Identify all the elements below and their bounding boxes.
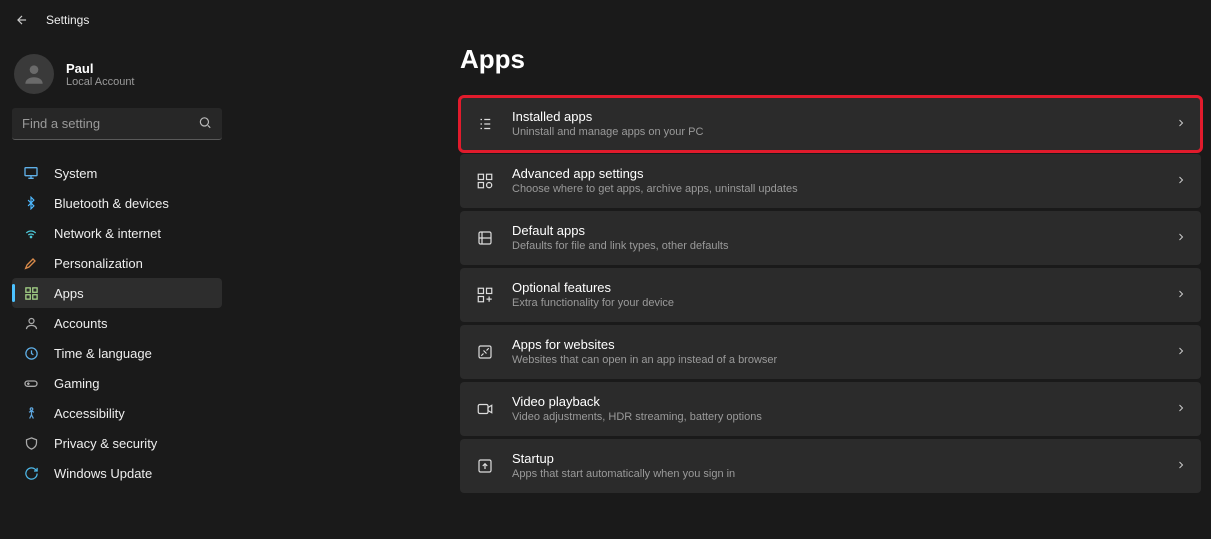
- monitor-icon: [22, 164, 40, 182]
- search-icon: [198, 116, 212, 133]
- wifi-icon: [22, 224, 40, 242]
- back-button[interactable]: [10, 8, 34, 32]
- sidebar-item-apps[interactable]: Apps: [12, 278, 222, 308]
- account-type: Local Account: [66, 76, 135, 88]
- card-title: Video playback: [512, 394, 1159, 410]
- sidebar-item-label: Network & internet: [54, 226, 161, 241]
- card-title: Installed apps: [512, 109, 1159, 125]
- card-text: Optional featuresExtra functionality for…: [512, 280, 1159, 310]
- optional-features-icon: [474, 284, 496, 306]
- card-subtitle: Choose where to get apps, archive apps, …: [512, 182, 1159, 196]
- card-video-playback[interactable]: Video playbackVideo adjustments, HDR str…: [460, 382, 1201, 436]
- shield-icon: [22, 434, 40, 452]
- sidebar-item-label: Accessibility: [54, 406, 125, 421]
- sidebar-item-time[interactable]: Time & language: [12, 338, 222, 368]
- card-startup[interactable]: StartupApps that start automatically whe…: [460, 439, 1201, 493]
- sidebar-item-label: Gaming: [54, 376, 100, 391]
- card-subtitle: Uninstall and manage apps on your PC: [512, 125, 1159, 139]
- gamepad-icon: [22, 374, 40, 392]
- accessibility-icon: [22, 404, 40, 422]
- sidebar-item-accessibility[interactable]: Accessibility: [12, 398, 222, 428]
- sidebar-item-label: Privacy & security: [54, 436, 157, 451]
- sidebar-item-label: Bluetooth & devices: [54, 196, 169, 211]
- card-text: Video playbackVideo adjustments, HDR str…: [512, 394, 1159, 424]
- card-text: Apps for websitesWebsites that can open …: [512, 337, 1159, 367]
- card-title: Apps for websites: [512, 337, 1159, 353]
- nav: System Bluetooth & devices Network & int…: [10, 158, 240, 488]
- sidebar-item-privacy[interactable]: Privacy & security: [12, 428, 222, 458]
- card-text: StartupApps that start automatically whe…: [512, 451, 1159, 481]
- card-installed-apps[interactable]: Installed appsUninstall and manage apps …: [460, 97, 1201, 151]
- titlebar: Settings: [0, 0, 1211, 40]
- arrow-left-icon: [15, 13, 29, 27]
- card-text: Advanced app settingsChoose where to get…: [512, 166, 1159, 196]
- card-default-apps[interactable]: Default appsDefaults for file and link t…: [460, 211, 1201, 265]
- advanced-app-settings-icon: [474, 170, 496, 192]
- sidebar-item-label: System: [54, 166, 97, 181]
- chevron-right-icon: [1175, 117, 1187, 132]
- sidebar-item-accounts[interactable]: Accounts: [12, 308, 222, 338]
- account-header[interactable]: Paul Local Account: [10, 48, 240, 108]
- main: Apps Installed appsUninstall and manage …: [240, 40, 1211, 539]
- sidebar-item-gaming[interactable]: Gaming: [12, 368, 222, 398]
- sidebar-item-label: Apps: [54, 286, 84, 301]
- sidebar-item-label: Windows Update: [54, 466, 152, 481]
- sidebar-item-personalization[interactable]: Personalization: [12, 248, 222, 278]
- chevron-right-icon: [1175, 459, 1187, 474]
- refresh-icon: [22, 464, 40, 482]
- account-text: Paul Local Account: [66, 61, 135, 88]
- default-apps-icon: [474, 227, 496, 249]
- avatar: [14, 54, 54, 94]
- sidebar: Paul Local Account System Bluetooth & de…: [0, 40, 240, 539]
- startup-icon: [474, 455, 496, 477]
- clock-icon: [22, 344, 40, 362]
- page-title: Apps: [460, 44, 1201, 75]
- person-icon: [21, 61, 47, 87]
- sidebar-item-bluetooth[interactable]: Bluetooth & devices: [12, 188, 222, 218]
- search-input[interactable]: [12, 108, 222, 140]
- card-advanced-app-settings[interactable]: Advanced app settingsChoose where to get…: [460, 154, 1201, 208]
- sidebar-item-label: Time & language: [54, 346, 152, 361]
- card-optional-features[interactable]: Optional featuresExtra functionality for…: [460, 268, 1201, 322]
- person-icon: [22, 314, 40, 332]
- chevron-right-icon: [1175, 174, 1187, 189]
- grid-icon: [22, 284, 40, 302]
- card-subtitle: Extra functionality for your device: [512, 296, 1159, 310]
- app-title: Settings: [46, 13, 89, 27]
- installed-apps-icon: [474, 113, 496, 135]
- card-text: Default appsDefaults for file and link t…: [512, 223, 1159, 253]
- card-subtitle: Video adjustments, HDR streaming, batter…: [512, 410, 1159, 424]
- card-title: Startup: [512, 451, 1159, 467]
- sidebar-item-update[interactable]: Windows Update: [12, 458, 222, 488]
- video-playback-icon: [474, 398, 496, 420]
- card-title: Default apps: [512, 223, 1159, 239]
- sidebar-item-system[interactable]: System: [12, 158, 222, 188]
- card-title: Advanced app settings: [512, 166, 1159, 182]
- chevron-right-icon: [1175, 345, 1187, 360]
- bluetooth-icon: [22, 194, 40, 212]
- sidebar-item-label: Accounts: [54, 316, 107, 331]
- search-wrap: [12, 108, 222, 140]
- brush-icon: [22, 254, 40, 272]
- card-text: Installed appsUninstall and manage apps …: [512, 109, 1159, 139]
- chevron-right-icon: [1175, 231, 1187, 246]
- chevron-right-icon: [1175, 288, 1187, 303]
- chevron-right-icon: [1175, 402, 1187, 417]
- account-name: Paul: [66, 61, 135, 76]
- card-title: Optional features: [512, 280, 1159, 296]
- sidebar-item-network[interactable]: Network & internet: [12, 218, 222, 248]
- card-subtitle: Apps that start automatically when you s…: [512, 467, 1159, 481]
- sidebar-item-label: Personalization: [54, 256, 143, 271]
- apps-for-websites-icon: [474, 341, 496, 363]
- card-apps-for-websites[interactable]: Apps for websitesWebsites that can open …: [460, 325, 1201, 379]
- card-subtitle: Defaults for file and link types, other …: [512, 239, 1159, 253]
- card-subtitle: Websites that can open in an app instead…: [512, 353, 1159, 367]
